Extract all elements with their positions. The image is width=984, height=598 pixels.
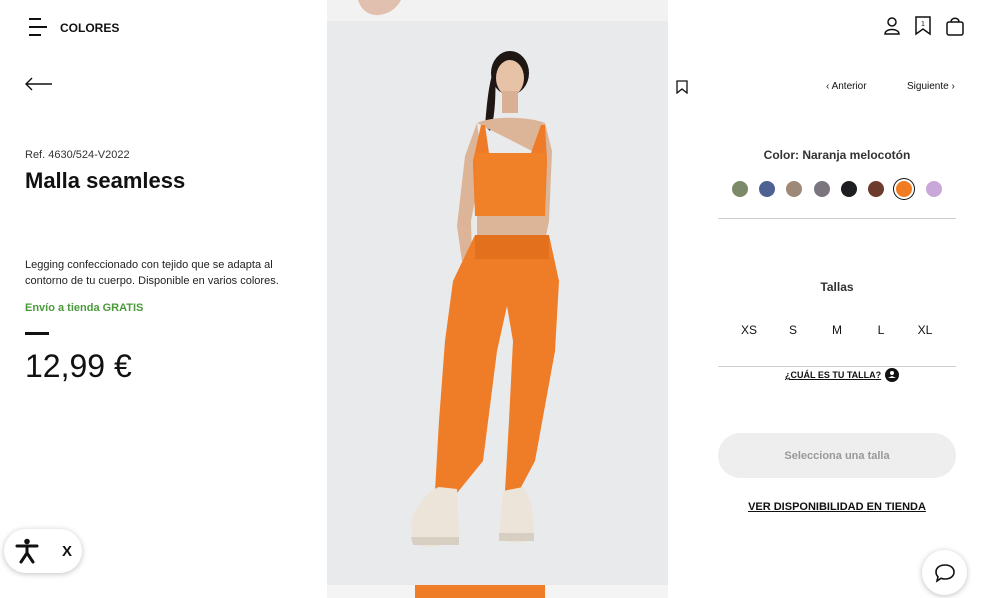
size-option[interactable]: XL bbox=[910, 323, 940, 337]
product-description: Legging confeccionado con tejido que se … bbox=[25, 259, 279, 287]
next-product-link[interactable]: Siguiente › bbox=[907, 81, 955, 92]
size-option[interactable]: S bbox=[778, 323, 808, 337]
color-swatch[interactable] bbox=[759, 181, 775, 197]
chevron-right-icon: › bbox=[948, 81, 955, 92]
color-swatch[interactable] bbox=[814, 181, 830, 197]
size-option[interactable]: XS bbox=[734, 323, 764, 337]
accessibility-close-button[interactable]: X bbox=[62, 543, 72, 560]
select-size-button[interactable]: Selecciona una talla bbox=[718, 433, 956, 478]
accessibility-widget[interactable]: X bbox=[4, 529, 82, 573]
color-swatch[interactable] bbox=[896, 181, 912, 197]
bag-icon[interactable] bbox=[944, 15, 966, 37]
color-swatch[interactable] bbox=[841, 181, 857, 197]
product-ref: Ref. 4630/524-V2022 bbox=[25, 149, 130, 161]
next-label: Siguiente bbox=[907, 81, 949, 92]
size-guide-link[interactable]: ¿CUÁL ES TU TALLA? bbox=[785, 368, 900, 382]
sizes-label: Tallas bbox=[820, 280, 854, 294]
next-image-strip bbox=[327, 585, 668, 598]
model-photo bbox=[411, 51, 559, 547]
wishlist-icon[interactable]: 1 bbox=[912, 15, 934, 37]
product-price: 12,99 € bbox=[25, 348, 132, 384]
product-image[interactable] bbox=[327, 0, 668, 598]
hand-image bbox=[358, 0, 401, 16]
previous-label: Anterior bbox=[831, 81, 867, 92]
color-swatch[interactable] bbox=[926, 181, 942, 197]
size-guide-label: ¿CUÁL ES TU TALLA? bbox=[785, 370, 882, 380]
price-divider bbox=[25, 332, 49, 335]
color-label: Color: Naranja melocotón bbox=[763, 148, 911, 162]
divider bbox=[718, 218, 956, 219]
color-swatch[interactable] bbox=[732, 181, 748, 197]
bookmark-icon[interactable] bbox=[676, 80, 688, 94]
color-swatches bbox=[728, 177, 948, 201]
brand-label[interactable]: COLORES bbox=[60, 21, 119, 35]
chat-icon bbox=[934, 563, 955, 583]
size-option[interactable]: L bbox=[866, 323, 896, 337]
shipping-info: Envío a tienda GRATIS bbox=[25, 302, 144, 314]
size-guide-icon bbox=[885, 368, 900, 382]
color-swatch[interactable] bbox=[786, 181, 802, 197]
user-icon[interactable] bbox=[881, 15, 903, 37]
size-option[interactable]: M bbox=[822, 323, 852, 337]
chat-button[interactable] bbox=[922, 550, 967, 595]
menu-icon[interactable] bbox=[29, 17, 49, 37]
store-availability-link[interactable]: VER DISPONIBILIDAD EN TIENDA bbox=[718, 501, 956, 513]
accessibility-icon[interactable] bbox=[15, 538, 39, 564]
back-arrow-icon[interactable] bbox=[25, 76, 53, 92]
color-swatch[interactable] bbox=[868, 181, 884, 197]
divider bbox=[718, 366, 956, 367]
product-title: Malla seamless bbox=[25, 168, 186, 193]
previous-product-link[interactable]: ‹ Anterior bbox=[826, 81, 867, 92]
wishlist-count: 1 bbox=[921, 21, 925, 28]
